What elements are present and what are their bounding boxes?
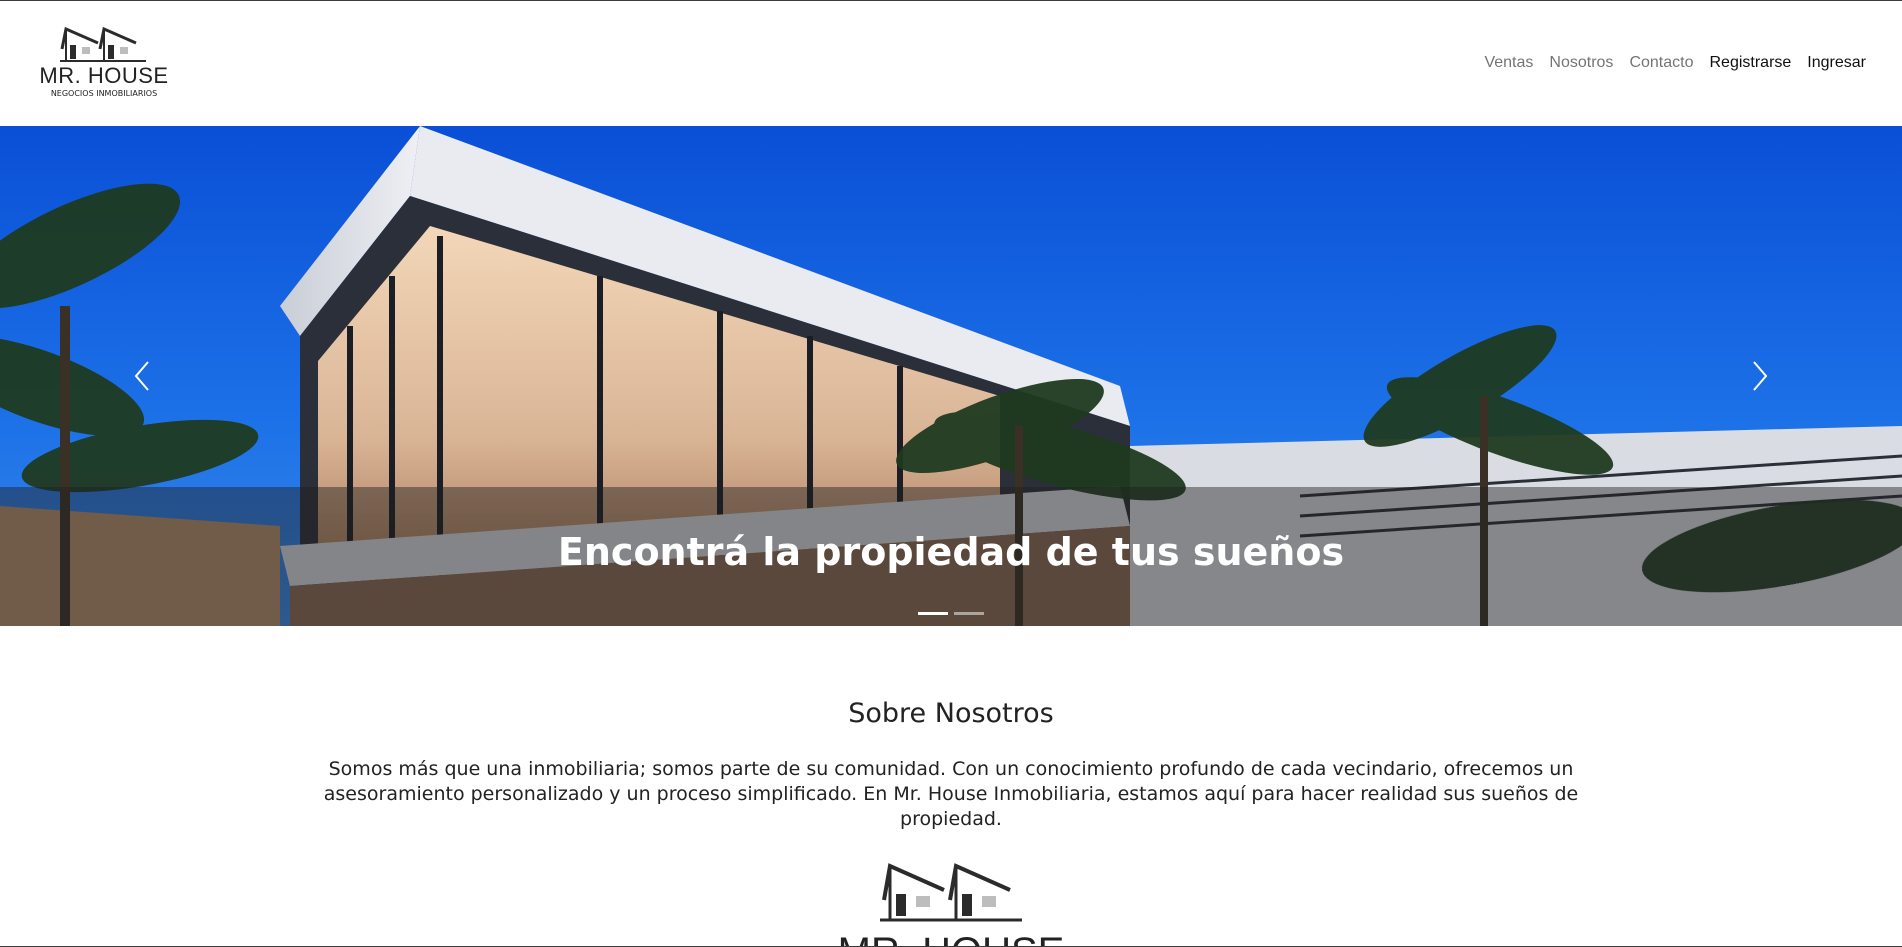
about-logo: MR. HOUSE <box>836 860 1066 947</box>
carousel-indicators <box>918 612 984 615</box>
house-logo-icon <box>60 26 146 62</box>
nav-ventas[interactable]: Ventas <box>1484 54 1533 72</box>
carousel-prev-button[interactable] <box>102 326 182 426</box>
nav-registrarse[interactable]: Registrarse <box>1709 54 1791 72</box>
about-title: Sobre Nosotros <box>848 698 1054 729</box>
hero-carousel: Encontrá la propiedad de tus sueños <box>0 126 1902 626</box>
carousel-indicator-2[interactable] <box>954 612 984 615</box>
navbar: MR. HOUSE NEGOCIOS INMOBILIARIOS Ventas … <box>0 1 1902 126</box>
nav-nosotros[interactable]: Nosotros <box>1549 54 1613 72</box>
main-nav: Ventas Nosotros Contacto Registrarse Ing… <box>1484 54 1866 72</box>
nav-ingresar[interactable]: Ingresar <box>1807 54 1866 72</box>
brand-tagline: NEGOCIOS INMOBILIARIOS <box>50 89 158 98</box>
carousel-next-button[interactable] <box>1720 326 1800 426</box>
house-logo-icon <box>880 863 1022 922</box>
carousel-indicator-1[interactable] <box>918 612 948 615</box>
brand-logo[interactable]: MR. HOUSE NEGOCIOS INMOBILIARIOS <box>36 25 172 105</box>
nav-contacto[interactable]: Contacto <box>1629 54 1693 72</box>
carousel-caption: Encontrá la propiedad de tus sueños <box>557 530 1345 574</box>
chevron-left-icon <box>134 361 149 391</box>
brand-name: MR. HOUSE <box>39 63 169 88</box>
chevron-right-icon <box>1753 361 1768 391</box>
about-logo-name: MR. HOUSE <box>836 930 1066 947</box>
about-text: Somos más que una inmobiliaria; somos pa… <box>323 758 1579 830</box>
